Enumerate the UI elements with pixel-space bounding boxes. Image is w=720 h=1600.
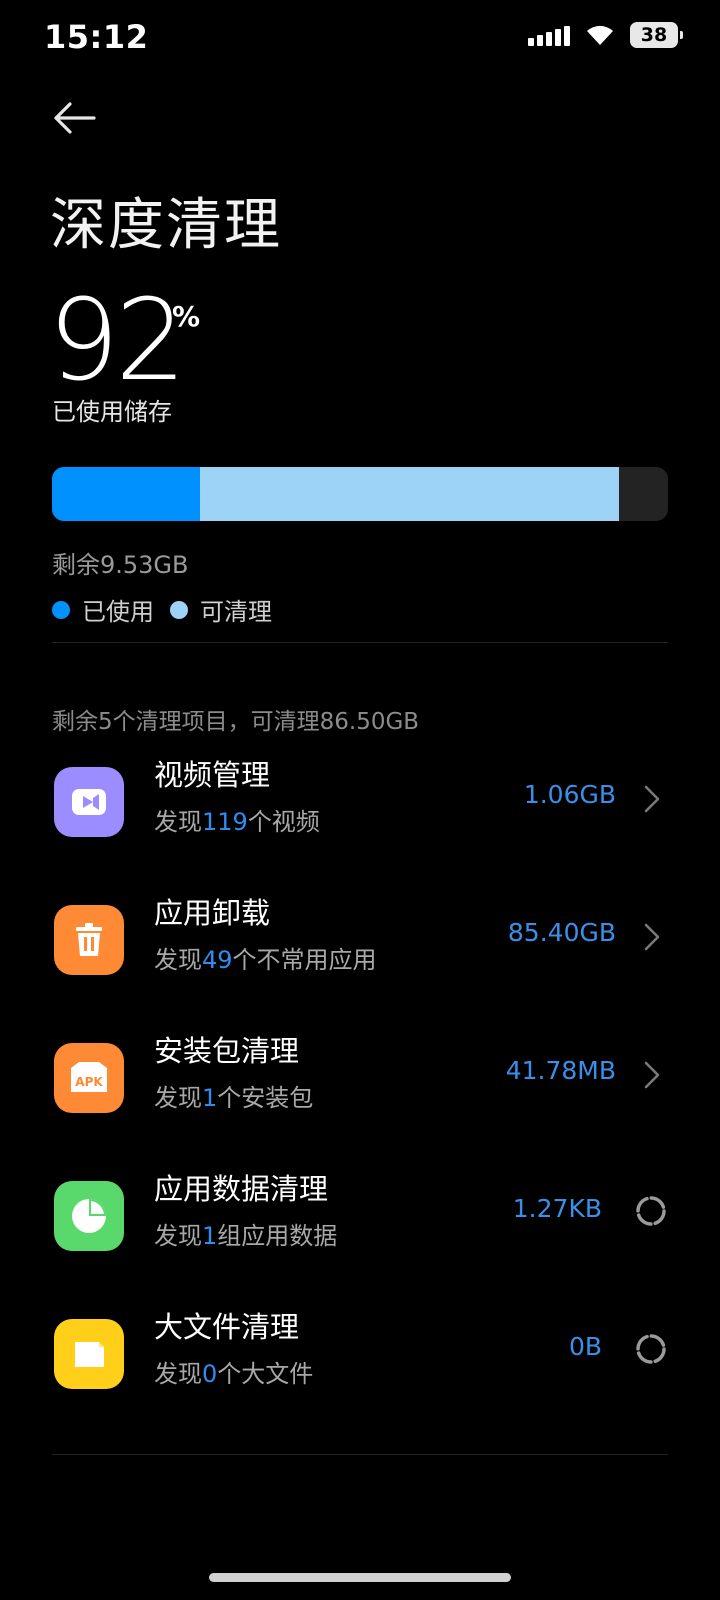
home-indicator[interactable]	[209, 1573, 511, 1582]
cleanable-dot-icon	[170, 600, 188, 619]
item-size: 1.06GB	[523, 780, 616, 809]
item-subtitle: 发现1个安装包	[154, 1084, 314, 1112]
usage-label: 已使用储存	[52, 398, 172, 426]
video-icon	[54, 767, 124, 837]
chevron-right-icon	[644, 785, 660, 813]
legend-used: 已使用	[52, 592, 154, 627]
wifi-icon	[587, 25, 613, 45]
battery-level: 38	[640, 24, 668, 46]
clean-summary: 剩余5个清理项目，可清理86.50GB	[52, 709, 420, 735]
trash-icon	[54, 905, 124, 975]
item-size: 85.40GB	[507, 918, 616, 947]
loading-spinner-icon	[636, 1334, 666, 1364]
clean-item-large-files[interactable]: 大文件清理 发现0个大文件 0B	[0, 1302, 720, 1412]
clean-item-app-data[interactable]: 应用数据清理 发现1组应用数据 1.27KB	[0, 1164, 720, 1274]
item-title: 安装包清理	[154, 1034, 300, 1068]
deep-clean-screen: 15:12 38 深度清理 92 % 已使用储存 剩余9.53GB 已使用 可清…	[0, 0, 720, 1600]
item-size: 1.27KB	[512, 1194, 602, 1223]
svg-text:APK: APK	[75, 1075, 103, 1089]
item-title: 应用数据清理	[154, 1172, 329, 1206]
clean-item-video[interactable]: 视频管理 发现119个视频 1.06GB	[0, 750, 720, 860]
battery-icon: 38	[630, 22, 683, 48]
storage-legend: 已使用 可清理	[52, 592, 288, 627]
item-subtitle: 发现49个不常用应用	[154, 946, 377, 974]
chevron-right-icon	[644, 1061, 660, 1089]
storage-bar	[52, 467, 668, 521]
item-subtitle: 发现1组应用数据	[154, 1222, 338, 1250]
legend-used-label: 已使用	[82, 598, 154, 626]
page-title: 深度清理	[50, 193, 282, 258]
legend-cleanable: 可清理	[170, 592, 272, 627]
usage-percent: 92	[48, 276, 187, 406]
item-title: 视频管理	[154, 758, 271, 792]
chevron-right-icon	[644, 923, 660, 951]
pie-chart-icon	[54, 1181, 124, 1251]
legend-cleanable-label: 可清理	[200, 598, 272, 626]
storage-bar-cleanable	[199, 467, 619, 521]
item-size: 41.78MB	[505, 1056, 616, 1085]
loading-spinner-icon	[636, 1196, 666, 1226]
clean-item-apk[interactable]: APK 安装包清理 发现1个安装包 41.78MB	[0, 1026, 720, 1136]
storage-bar-used	[52, 467, 200, 521]
divider	[52, 642, 668, 643]
back-arrow-icon[interactable]	[50, 98, 98, 138]
signal-icon	[528, 24, 570, 46]
item-title: 大文件清理	[154, 1310, 300, 1344]
item-size: 0B	[568, 1332, 602, 1361]
folder-icon	[54, 1319, 124, 1389]
divider	[52, 1454, 668, 1455]
status-time: 15:12	[44, 18, 149, 56]
apk-icon: APK	[54, 1043, 124, 1113]
usage-percent-unit: %	[172, 300, 201, 333]
clean-item-uninstall[interactable]: 应用卸载 发现49个不常用应用 85.40GB	[0, 888, 720, 998]
status-icons: 38	[528, 22, 683, 48]
item-subtitle: 发现119个视频	[154, 808, 320, 836]
item-subtitle: 发现0个大文件	[154, 1360, 314, 1388]
item-title: 应用卸载	[154, 896, 271, 930]
used-dot-icon	[52, 600, 70, 619]
remaining-storage: 剩余9.53GB	[52, 551, 189, 579]
